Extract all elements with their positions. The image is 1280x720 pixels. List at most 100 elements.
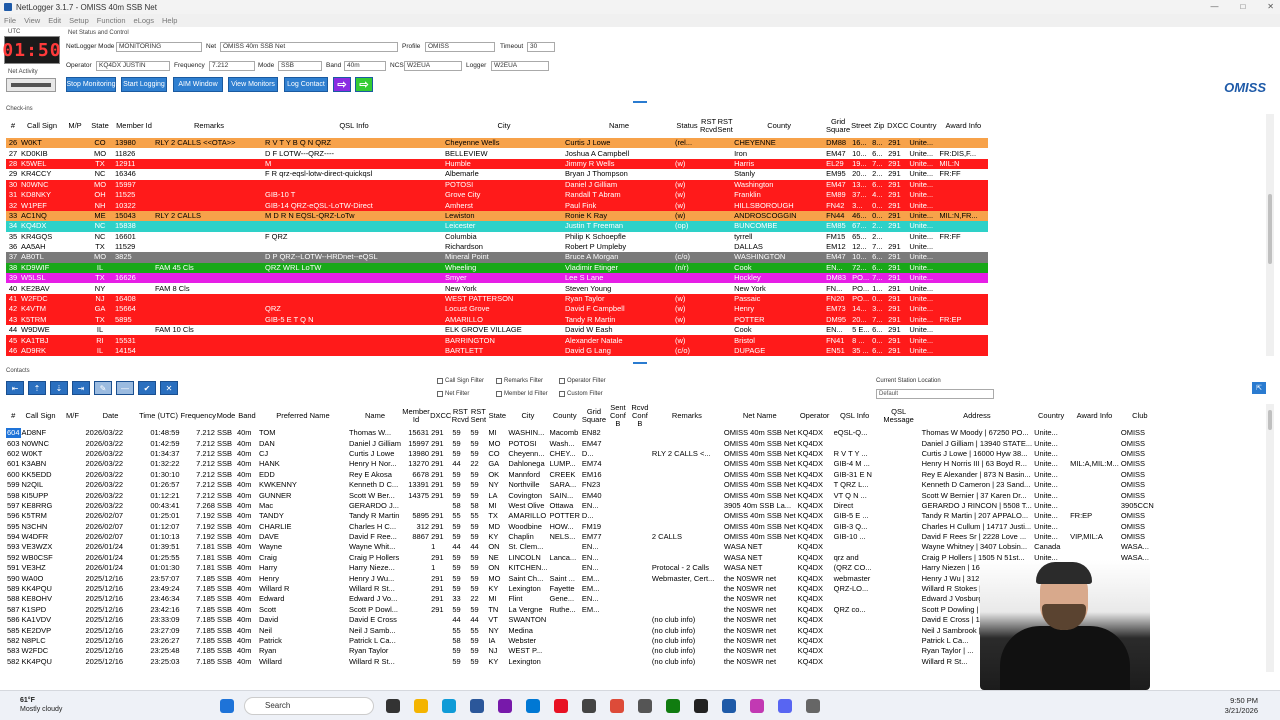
menu-setup[interactable]: Setup [69,16,89,25]
app-icon-10[interactable] [750,699,764,713]
contact-row[interactable]: 596 K5TRM 2026/02/07 01:25:01 7.192 SSB 40m TAN… [6,511,1160,521]
contact-row[interactable]: 595 N3CHN 2026/02/07 01:12:07 7.192 SSB 40m CHA… [6,522,1160,532]
ci-header-status[interactable]: Status [674,114,700,138]
start-logging-button[interactable]: Start Logging [121,77,167,92]
search-box[interactable]: Search [244,697,374,715]
checkin-row[interactable]: 34 KQ4DX NC 15838 Leicester Justin T Freeman (… [6,221,989,232]
ci-header--[interactable]: # [6,114,20,138]
ci-header-street[interactable]: Street [851,114,872,138]
contacts-scrollbar[interactable] [1266,404,1274,672]
app-icon-11[interactable] [806,699,820,713]
app-icon-9[interactable] [694,699,708,713]
mode-select[interactable]: SSB [278,61,322,71]
call-sign-filter[interactable]: Call Sign Filter [437,378,484,384]
ct-header-dxcc[interactable]: DXCC [430,404,452,428]
checkin-row[interactable]: 38 KD9WIF IL FAM 45 Cls QRZ WRL LoTW Wheeling… [6,262,989,274]
contact-row[interactable]: 597 KE8RRG 2026/03/22 00:43:41 7.268 SSB 40m Ma… [6,501,1160,511]
ci-header-rst-rcvd[interactable]: RST Rcvd [700,114,718,138]
ct-header-address[interactable]: Address [920,404,1034,428]
checkin-row[interactable]: 43 K5TRM TX 5895 GIB-5 E T Q N AMARILLO Tandy … [6,314,989,326]
ncs-field[interactable]: W2EUA [404,61,462,71]
arrow-right-icon[interactable]: ⇨ [333,77,351,92]
minus-icon[interactable]: — [116,381,134,395]
checkbox-icon[interactable] [437,391,443,397]
cancel-icon[interactable]: ✕ [160,381,178,395]
menu-function[interactable]: Function [97,16,126,25]
ct-header-remarks[interactable]: Remarks [650,404,723,428]
checkbox-icon[interactable] [496,378,502,384]
arrow-go-icon[interactable]: ⇨ [355,77,373,92]
netlogger-taskbar-icon[interactable] [722,699,736,713]
checkin-row[interactable]: 39 W5LSL TX 16626 Smyer Lee S Lane Hockley DM83… [6,273,989,284]
splitter-handle-2[interactable] [633,362,647,364]
stop-monitoring-button[interactable]: Stop Monitoring [66,77,116,92]
net-select[interactable]: OMISS 40m SSB Net [220,42,398,52]
menu-help[interactable]: Help [162,16,177,25]
ct-header-sent-conf-b[interactable]: Sent Conf B [606,404,629,428]
ct-header-award-info[interactable]: Award Info [1069,404,1120,428]
check-icon[interactable]: ✔ [138,381,156,395]
ct-header-net-name[interactable]: Net Name [722,404,797,428]
task-view-icon[interactable] [386,699,400,713]
ct-header-county[interactable]: County [548,404,581,428]
ct-header-state[interactable]: State [487,404,508,428]
checkins-scrollbar[interactable] [1266,114,1274,356]
ci-header-m-p[interactable]: M/P [64,114,86,138]
menu-elogs[interactable]: eLogs [134,16,154,25]
discord-icon[interactable] [778,699,792,713]
aim-window-button[interactable]: AIM Window [173,77,223,92]
ct-header-name[interactable]: Name [347,404,403,428]
station-location-select[interactable]: Default [876,389,994,399]
checkin-row[interactable]: 28 K5WEL TX 12911 M Humble Jimmy R Wells (w) Har… [6,158,989,170]
logger-field[interactable]: W2EUA [491,61,549,71]
checkin-row[interactable]: 35 KR4GQS NC 16601 F QRZ Columbia Philip K Sch… [6,231,989,242]
ct-header-rst-sent[interactable]: RST Sent [469,404,488,428]
ci-header-dxcc[interactable]: DXCC [887,114,909,138]
ci-header-rst-sent[interactable]: RST Sent [717,114,734,138]
ct-header-call-sign[interactable]: Call Sign [20,404,61,428]
app-icon-4[interactable] [526,699,540,713]
splitter-handle[interactable] [633,101,647,103]
app-icon-5[interactable] [554,699,568,713]
ct-header-rcvd-conf-b[interactable]: Rcvd Conf B [628,404,651,428]
ci-header-name[interactable]: Name [564,114,674,138]
maximize-button[interactable]: □ [1240,2,1245,11]
timeout-field[interactable]: 30 [527,42,555,52]
contact-row[interactable]: 604 AD8NF 2026/03/22 01:48:59 7.212 SSB 40m TOM… [6,428,1160,439]
ci-header-grid-square[interactable]: Grid Square [825,114,852,138]
view-monitors-button[interactable]: View Monitors [228,77,278,92]
checkin-row[interactable]: 26 W0KT CO 13980 RLY 2 CALLS <<OTA>> R V T Y … [6,138,989,149]
custom-filter[interactable]: Custom Filter [559,391,603,397]
contact-row[interactable]: 593 VE3WZX 2026/01/24 01:39:51 7.181 SSB 40m Wa… [6,542,1160,552]
remarks-filter[interactable]: Remarks Filter [496,378,543,384]
checkbox-icon[interactable] [559,391,565,397]
checkin-row[interactable]: 40 KE2BAV NY FAM 8 Cls New York Steven Young N… [6,283,989,294]
weather-widget[interactable]: 61°F Mostly cloudy [20,696,62,714]
checkin-row[interactable]: 27 KD0KIB MO 11826 D F LOTW---QRZ---- BELLEVI… [6,148,989,159]
ct-header-preferred-name[interactable]: Preferred Name [257,404,348,428]
close-button[interactable]: ✕ [1267,2,1274,11]
ct-header-grid-square[interactable]: Grid Square [580,404,607,428]
ci-header-member-id[interactable]: Member Id [114,114,154,138]
netlogger-mode-field[interactable]: MONITORING [116,42,202,52]
contact-row[interactable]: 602 W0KT 2026/03/22 01:34:37 7.212 SSB 40m CJ Cu… [6,449,1160,459]
ct-header-mode[interactable]: Mode [215,404,236,428]
operator-filter[interactable]: Operator Filter [559,378,606,384]
ci-header-city[interactable]: City [444,114,564,138]
operator-field[interactable]: KQ4DX JUSTIN [96,61,170,71]
contact-row[interactable]: 601 K3ABN 2026/03/22 01:32:22 7.212 SSB 40m HAN… [6,459,1160,469]
frequency-field[interactable]: 7.212 [209,61,255,71]
menu-edit[interactable]: Edit [48,16,61,25]
ct-header--[interactable]: # [6,404,21,428]
ci-header-county[interactable]: County [733,114,826,138]
ct-header-qsl-info[interactable]: QSL Info [832,404,877,428]
ct-header-member-id[interactable]: Member Id [402,404,431,428]
app-icon-6[interactable] [582,699,596,713]
ct-header-rst-rcvd[interactable]: RST Rcvd [451,404,470,428]
ct-header-country[interactable]: Country [1033,404,1070,428]
start-icon[interactable] [220,699,234,713]
ct-header-city[interactable]: City [507,404,549,428]
profile-field[interactable]: OMISS [425,42,495,52]
app-icon-3[interactable] [498,699,512,713]
member-id-filter[interactable]: Member Id Filter [496,391,548,397]
